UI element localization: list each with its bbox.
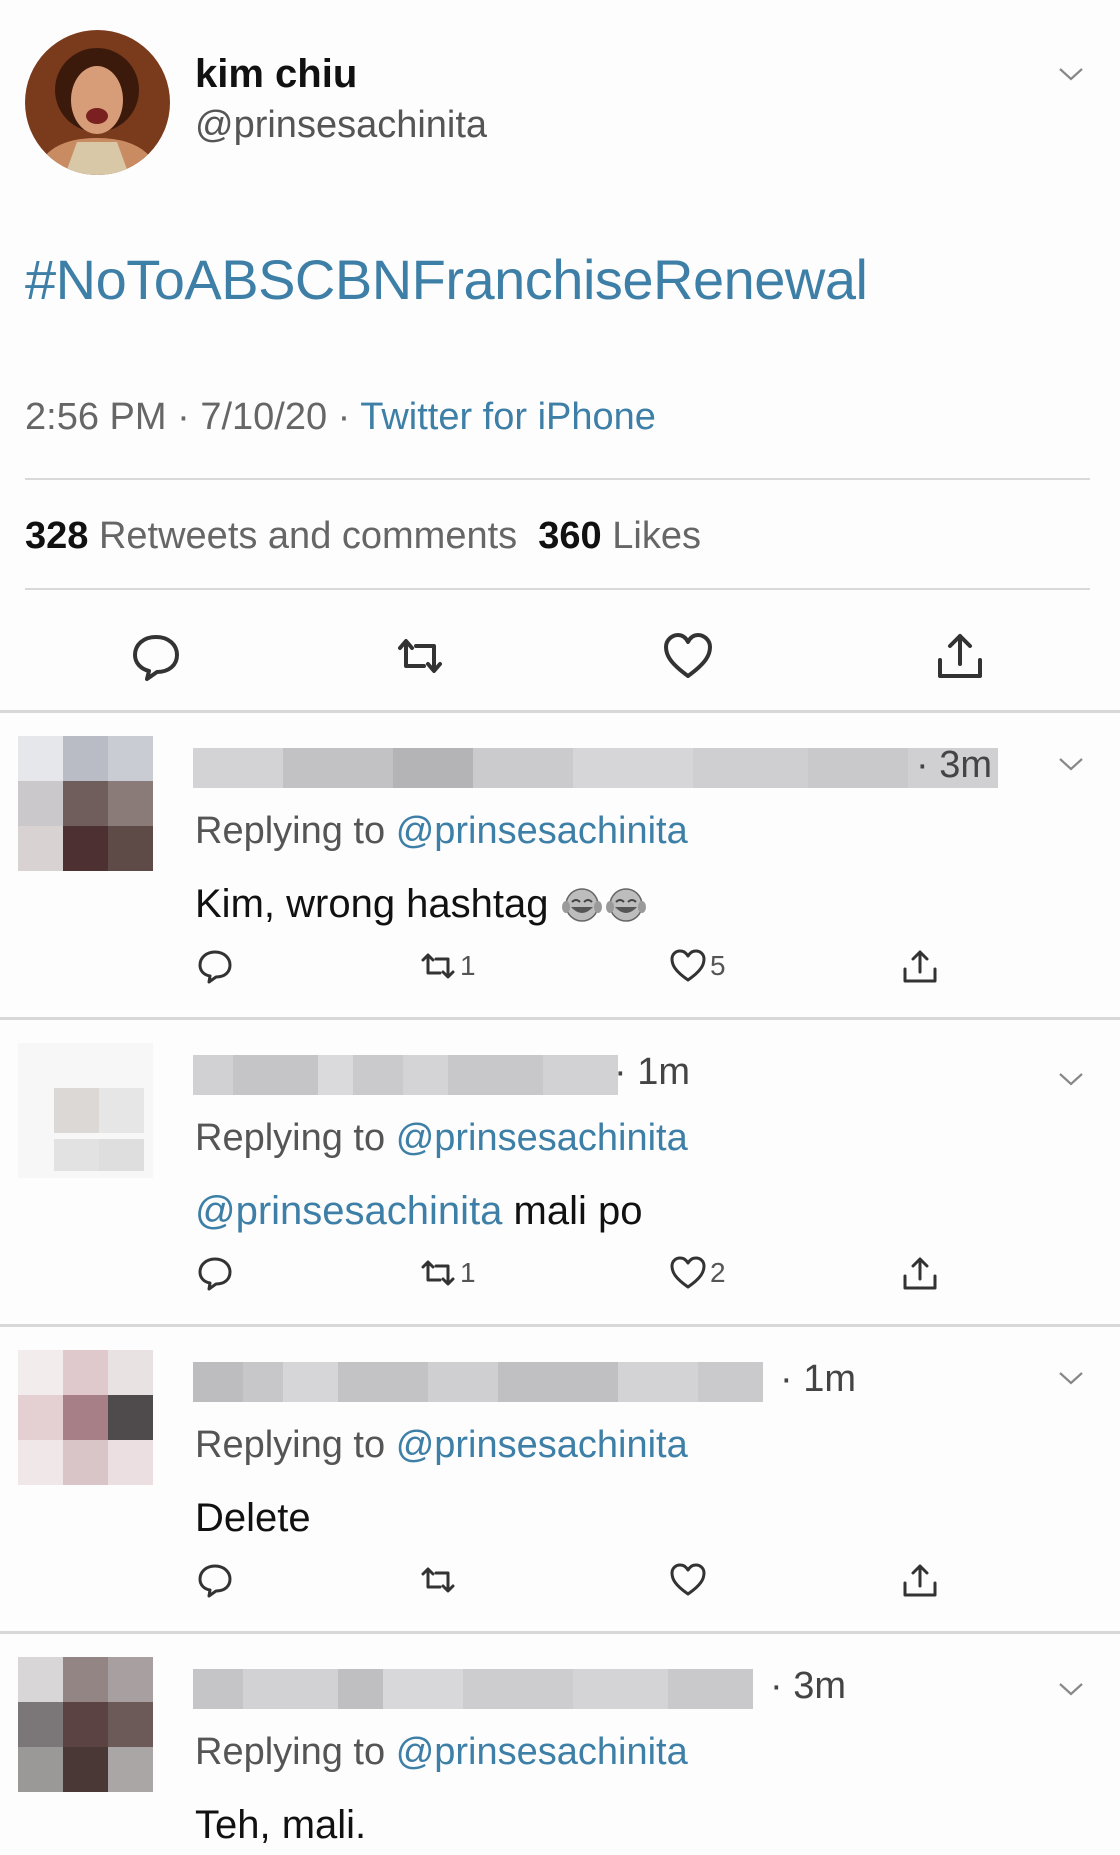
like-count: 5 xyxy=(710,950,726,981)
tweet-metadata: 2:56 PM · 7/10/20 · Twitter for iPhone xyxy=(25,396,656,438)
share-icon xyxy=(903,950,937,983)
avatar[interactable] xyxy=(18,736,153,871)
reply-text: @prinsesachinita mali po xyxy=(195,1189,643,1233)
tweet-time: 2:56 PM xyxy=(25,396,167,438)
tweet-date: 7/10/20 xyxy=(200,396,328,438)
reply-tweet[interactable]: · 3m Replying to @prinsesachinita Kim, w… xyxy=(0,712,1120,1017)
divider xyxy=(25,588,1090,590)
retweet-button[interactable] xyxy=(418,1559,458,1601)
redacted-username[interactable] xyxy=(193,748,998,788)
reply-timestamp: · 1m xyxy=(780,1358,857,1400)
reply-timestamp: · 1m xyxy=(614,1051,691,1093)
reply-text: Teh, mali. xyxy=(195,1803,367,1847)
retweet-button[interactable]: 1 xyxy=(418,945,476,987)
share-icon xyxy=(903,1257,937,1290)
likes-stat[interactable]: 360 Likes xyxy=(538,515,701,557)
reply-tweet[interactable]: · 1m Replying to @prinsesachinita Delete xyxy=(0,1326,1120,1631)
reply-button[interactable] xyxy=(195,1559,235,1601)
reply-icon[interactable] xyxy=(128,628,184,684)
like-icon xyxy=(670,949,706,982)
mention-link[interactable]: @prinsesachinita xyxy=(195,1189,502,1233)
like-icon xyxy=(670,1256,706,1289)
author-handle[interactable]: @prinsesachinita xyxy=(195,104,487,147)
reply-button[interactable] xyxy=(195,945,235,987)
share-button[interactable] xyxy=(900,1252,940,1294)
redacted-username[interactable] xyxy=(193,1669,753,1709)
likes-label: Likes xyxy=(612,515,701,557)
share-button[interactable] xyxy=(900,945,940,987)
replying-to-handle[interactable]: @prinsesachinita xyxy=(396,1117,688,1159)
redacted-username[interactable] xyxy=(193,1362,763,1402)
redacted-username[interactable] xyxy=(193,1055,618,1095)
laughing-emoji-icon xyxy=(561,888,602,922)
retweet-count: 1 xyxy=(460,1257,476,1288)
retweet-icon xyxy=(421,953,455,979)
like-button[interactable]: 5 xyxy=(668,945,726,987)
replying-to: Replying to @prinsesachinita xyxy=(195,810,688,852)
share-icon xyxy=(903,1564,937,1597)
share-icon[interactable] xyxy=(932,628,988,684)
reply-icon xyxy=(198,950,232,984)
chevron-down-icon[interactable] xyxy=(1058,1681,1084,1697)
reply-button[interactable] xyxy=(195,1252,235,1294)
like-button[interactable] xyxy=(668,1559,708,1601)
retweet-icon xyxy=(421,1260,455,1286)
reply-timestamp: · 3m xyxy=(916,744,993,786)
author-avatar[interactable] xyxy=(25,30,170,175)
reply-icon xyxy=(198,1564,232,1598)
reply-icon xyxy=(198,1257,232,1291)
reply-tweet[interactable]: · 1m Replying to @prinsesachinita @prins… xyxy=(0,1019,1120,1324)
likes-count: 360 xyxy=(538,515,602,557)
chevron-down-icon[interactable] xyxy=(1058,756,1084,772)
chevron-down-icon[interactable] xyxy=(1058,66,1084,82)
like-count: 2 xyxy=(710,1257,726,1288)
share-button[interactable] xyxy=(900,1559,940,1601)
avatar[interactable] xyxy=(18,1350,153,1485)
avatar[interactable] xyxy=(18,1657,153,1792)
replying-to: Replying to @prinsesachinita xyxy=(195,1424,688,1466)
tweet-hashtag[interactable]: #NoToABSCBNFranchiseRenewal xyxy=(25,247,868,312)
tweet-source-link[interactable]: Twitter for iPhone xyxy=(360,396,656,438)
retweet-icon[interactable] xyxy=(392,628,448,684)
avatar[interactable] xyxy=(18,1043,153,1178)
retweets-label: Retweets and comments xyxy=(98,515,518,557)
retweet-icon xyxy=(421,1567,455,1593)
retweet-count: 1 xyxy=(460,950,476,981)
author-name[interactable]: kim chiu xyxy=(195,52,357,97)
retweet-button[interactable]: 1 xyxy=(418,1252,476,1294)
replying-to-handle[interactable]: @prinsesachinita xyxy=(396,810,688,852)
reply-timestamp: · 3m xyxy=(770,1665,847,1707)
replying-to-handle[interactable]: @prinsesachinita xyxy=(396,1731,688,1773)
divider xyxy=(25,478,1090,480)
chevron-down-icon[interactable] xyxy=(1058,1370,1084,1386)
reply-tweet[interactable]: · 3m Replying to @prinsesachinita Teh, m… xyxy=(0,1633,1120,1855)
reply-text: Kim, wrong hashtag xyxy=(195,882,648,927)
tweet-stats: 328 Retweets and comments 360 Likes xyxy=(25,515,701,558)
like-icon[interactable] xyxy=(660,628,716,684)
reply-text: Delete xyxy=(195,1496,311,1540)
retweets-count: 328 xyxy=(25,515,89,557)
replying-to: Replying to @prinsesachinita xyxy=(195,1117,688,1159)
replying-to: Replying to @prinsesachinita xyxy=(195,1731,688,1773)
like-button[interactable]: 2 xyxy=(668,1252,726,1294)
retweets-stat[interactable]: 328 Retweets and comments xyxy=(25,515,517,557)
chevron-down-icon[interactable] xyxy=(1058,1071,1084,1087)
like-icon xyxy=(670,1563,706,1596)
laughing-emoji-icon xyxy=(605,888,646,922)
replying-to-handle[interactable]: @prinsesachinita xyxy=(396,1424,688,1466)
